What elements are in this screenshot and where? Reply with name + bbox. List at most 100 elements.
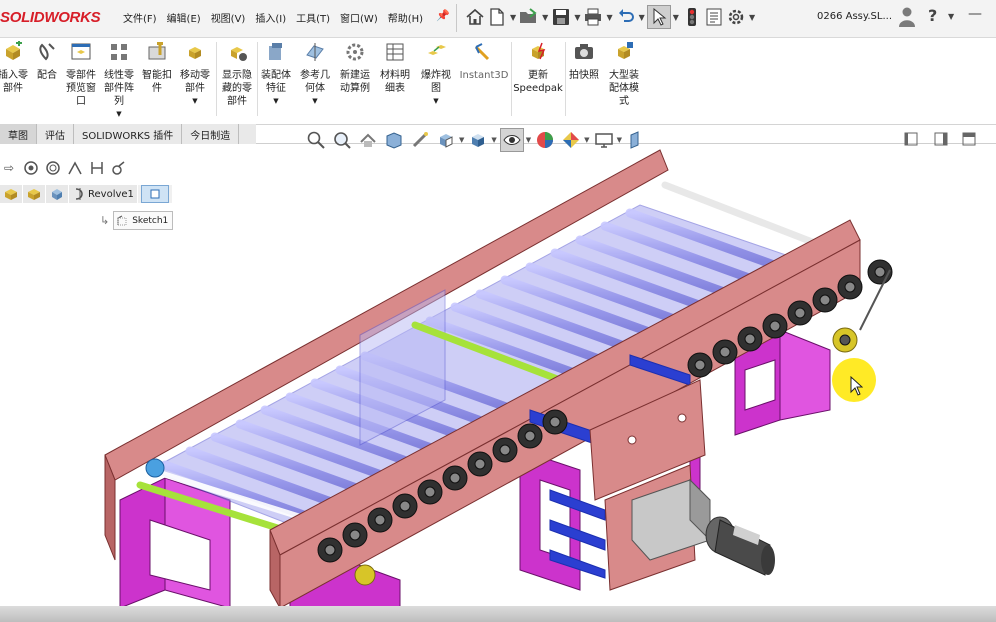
menu-help[interactable]: 帮助(H) <box>383 10 428 25</box>
select-cursor-icon[interactable] <box>646 5 671 29</box>
ribbon-button-component-preview[interactable]: 零部件 预览窗 口 <box>62 41 100 108</box>
expand-arrow-icon[interactable]: ⇨ <box>0 159 18 177</box>
menu-insert[interactable]: 插入(I) <box>250 10 291 25</box>
chevron-down-icon[interactable]: ▼ <box>526 136 531 144</box>
print-icon[interactable] <box>582 6 604 28</box>
ribbon-button-new-motion-study[interactable]: 新建运 动算例 <box>336 41 374 95</box>
chevron-down-icon[interactable]: ▼ <box>258 95 294 108</box>
speedpak-icon <box>532 42 546 60</box>
chevron-down-icon[interactable]: ▼ <box>574 13 580 22</box>
ribbon-button-large-assembly-mode[interactable]: 大型装 配体模 式 <box>604 41 644 108</box>
user-account-icon[interactable] <box>897 6 917 32</box>
edit-appearance-icon[interactable] <box>534 129 556 151</box>
open-folder-icon[interactable] <box>518 6 540 28</box>
tab-evaluate[interactable]: 评估 <box>37 124 74 144</box>
breadcrumb-sketch[interactable] <box>137 185 172 203</box>
ribbon-divider <box>216 42 217 116</box>
home-icon[interactable] <box>464 6 486 28</box>
ribbon-button-show-hidden-components[interactable]: 显示隐 藏的零 部件 <box>218 41 256 108</box>
ribbon-button-instant3d[interactable]: Instant3D <box>458 41 510 82</box>
reference-geometry-icon <box>306 43 324 61</box>
menu-file[interactable]: 文件(F) <box>118 10 162 25</box>
chevron-down-icon[interactable]: ▼ <box>948 12 954 21</box>
chevron-down-icon[interactable]: ▼ <box>510 13 516 22</box>
property-manager-icon[interactable] <box>44 159 62 177</box>
chevron-down-icon[interactable]: ▼ <box>296 95 334 108</box>
chevron-down-icon[interactable]: ▼ <box>459 136 464 144</box>
ribbon-button-reference-geometry[interactable]: 参考几 何体 ▼ <box>296 41 334 108</box>
assembly-icon <box>5 189 17 200</box>
breadcrumb-part[interactable] <box>46 185 68 203</box>
instant3d-icon <box>474 43 490 61</box>
configuration-manager-icon[interactable] <box>66 159 84 177</box>
zoom-to-area-icon[interactable] <box>331 129 353 151</box>
ribbon-button-mate[interactable]: 配合 <box>32 41 62 82</box>
file-properties-icon[interactable] <box>703 6 725 28</box>
chevron-down-icon[interactable]: ▼ <box>542 13 548 22</box>
menu-tools[interactable]: 工具(T) <box>291 10 335 25</box>
breadcrumb-revolve[interactable]: Revolve1 <box>69 185 137 203</box>
chevron-down-icon[interactable]: ▼ <box>101 108 137 121</box>
chevron-down-icon[interactable]: ▼ <box>491 136 496 144</box>
restore-pane-icon[interactable] <box>904 131 918 146</box>
show-hidden-icon <box>231 47 247 61</box>
undo-icon[interactable] <box>615 6 637 28</box>
dimxpert-icon[interactable] <box>88 159 106 177</box>
ribbon-button-update-speedpak[interactable]: 更新 Speedpak <box>512 41 564 95</box>
gear-icon[interactable] <box>725 6 747 28</box>
ribbon-button-insert-components[interactable]: 插入零 部件 <box>0 40 30 95</box>
ribbon-button-exploded-view[interactable]: 爆炸视 图 ▼ <box>416 41 456 108</box>
menu-view[interactable]: 视图(V) <box>206 10 251 25</box>
new-document-icon[interactable] <box>486 6 508 28</box>
previous-view-icon[interactable] <box>357 129 379 151</box>
breadcrumb-revolve-label: Revolve1 <box>88 188 134 200</box>
chevron-down-icon[interactable]: ▼ <box>606 13 612 22</box>
display-pane-icon[interactable] <box>625 129 647 151</box>
help-icon[interactable]: ? <box>928 6 937 25</box>
save-icon[interactable] <box>550 6 572 28</box>
ribbon-button-assembly-features[interactable]: 装配体 特征 ▼ <box>258 41 294 108</box>
pin-menu-icon[interactable]: 📌 <box>436 9 450 22</box>
ribbon-button-move-component[interactable]: 移动零 部件 ▼ <box>176 41 214 108</box>
sketch-icon <box>117 215 127 225</box>
ribbon-label: 线性零 部件阵 列 <box>104 70 134 107</box>
close-pane-icon[interactable] <box>962 131 976 146</box>
chevron-down-icon[interactable]: ▼ <box>639 13 645 22</box>
ribbon-button-smart-fasteners[interactable]: 智能扣 件 <box>140 41 174 95</box>
chevron-down-icon[interactable]: ▼ <box>176 95 214 108</box>
view-orientation-icon[interactable] <box>435 129 457 151</box>
ribbon-button-bill-of-materials[interactable]: 材料明 细表 <box>376 41 414 95</box>
chevron-down-icon[interactable]: ▼ <box>617 136 622 144</box>
tab-manufacturing-today[interactable]: 今日制造 <box>182 124 240 144</box>
title-menu-bar: SOLIDWORKS 文件(F) 编辑(E) 视图(V) 插入(I) 工具(T)… <box>0 0 996 38</box>
chevron-down-icon[interactable]: ▼ <box>673 13 679 22</box>
apply-scene-icon[interactable] <box>560 129 582 151</box>
ribbon-label: 插入零 部件 <box>0 70 28 94</box>
zoom-to-fit-icon[interactable] <box>305 129 327 151</box>
section-view-icon[interactable] <box>383 129 405 151</box>
hide-show-items-icon[interactable] <box>499 128 524 152</box>
dynamic-annotation-icon[interactable] <box>409 129 431 151</box>
display-style-icon[interactable] <box>467 129 489 151</box>
ribbon-button-take-snapshot[interactable]: 拍快照 <box>566 41 602 82</box>
chevron-down-icon[interactable]: ▼ <box>584 136 589 144</box>
view-settings-icon[interactable] <box>593 129 615 151</box>
display-manager-icon[interactable] <box>110 159 128 177</box>
feature-tree-icon[interactable] <box>22 159 40 177</box>
ribbon-button-linear-pattern[interactable]: 线性零 部件阵 列 ▼ <box>101 41 137 121</box>
tile-pane-icon[interactable] <box>934 131 948 146</box>
child-connector-icon: ↳ <box>100 214 110 227</box>
tree-item-sketch[interactable]: ↳ Sketch1 <box>100 211 174 230</box>
menu-edit[interactable]: 编辑(E) <box>162 10 206 25</box>
menu-window[interactable]: 窗口(W) <box>335 10 383 25</box>
tab-sketch[interactable]: 草图 <box>0 124 37 144</box>
breadcrumb-assembly[interactable] <box>0 185 22 203</box>
solidworks-logo[interactable]: SOLIDWORKS <box>0 9 101 26</box>
traffic-light-icon[interactable] <box>681 6 703 28</box>
tab-solidworks-addins[interactable]: SOLIDWORKS 插件 <box>74 124 183 144</box>
minimize-window-icon[interactable]: — <box>968 6 982 22</box>
chevron-down-icon[interactable]: ▼ <box>749 13 755 22</box>
chevron-down-icon[interactable]: ▼ <box>416 95 456 108</box>
breadcrumb-subassembly[interactable] <box>23 185 45 203</box>
ribbon-label: 更新 Speedpak <box>513 70 563 94</box>
